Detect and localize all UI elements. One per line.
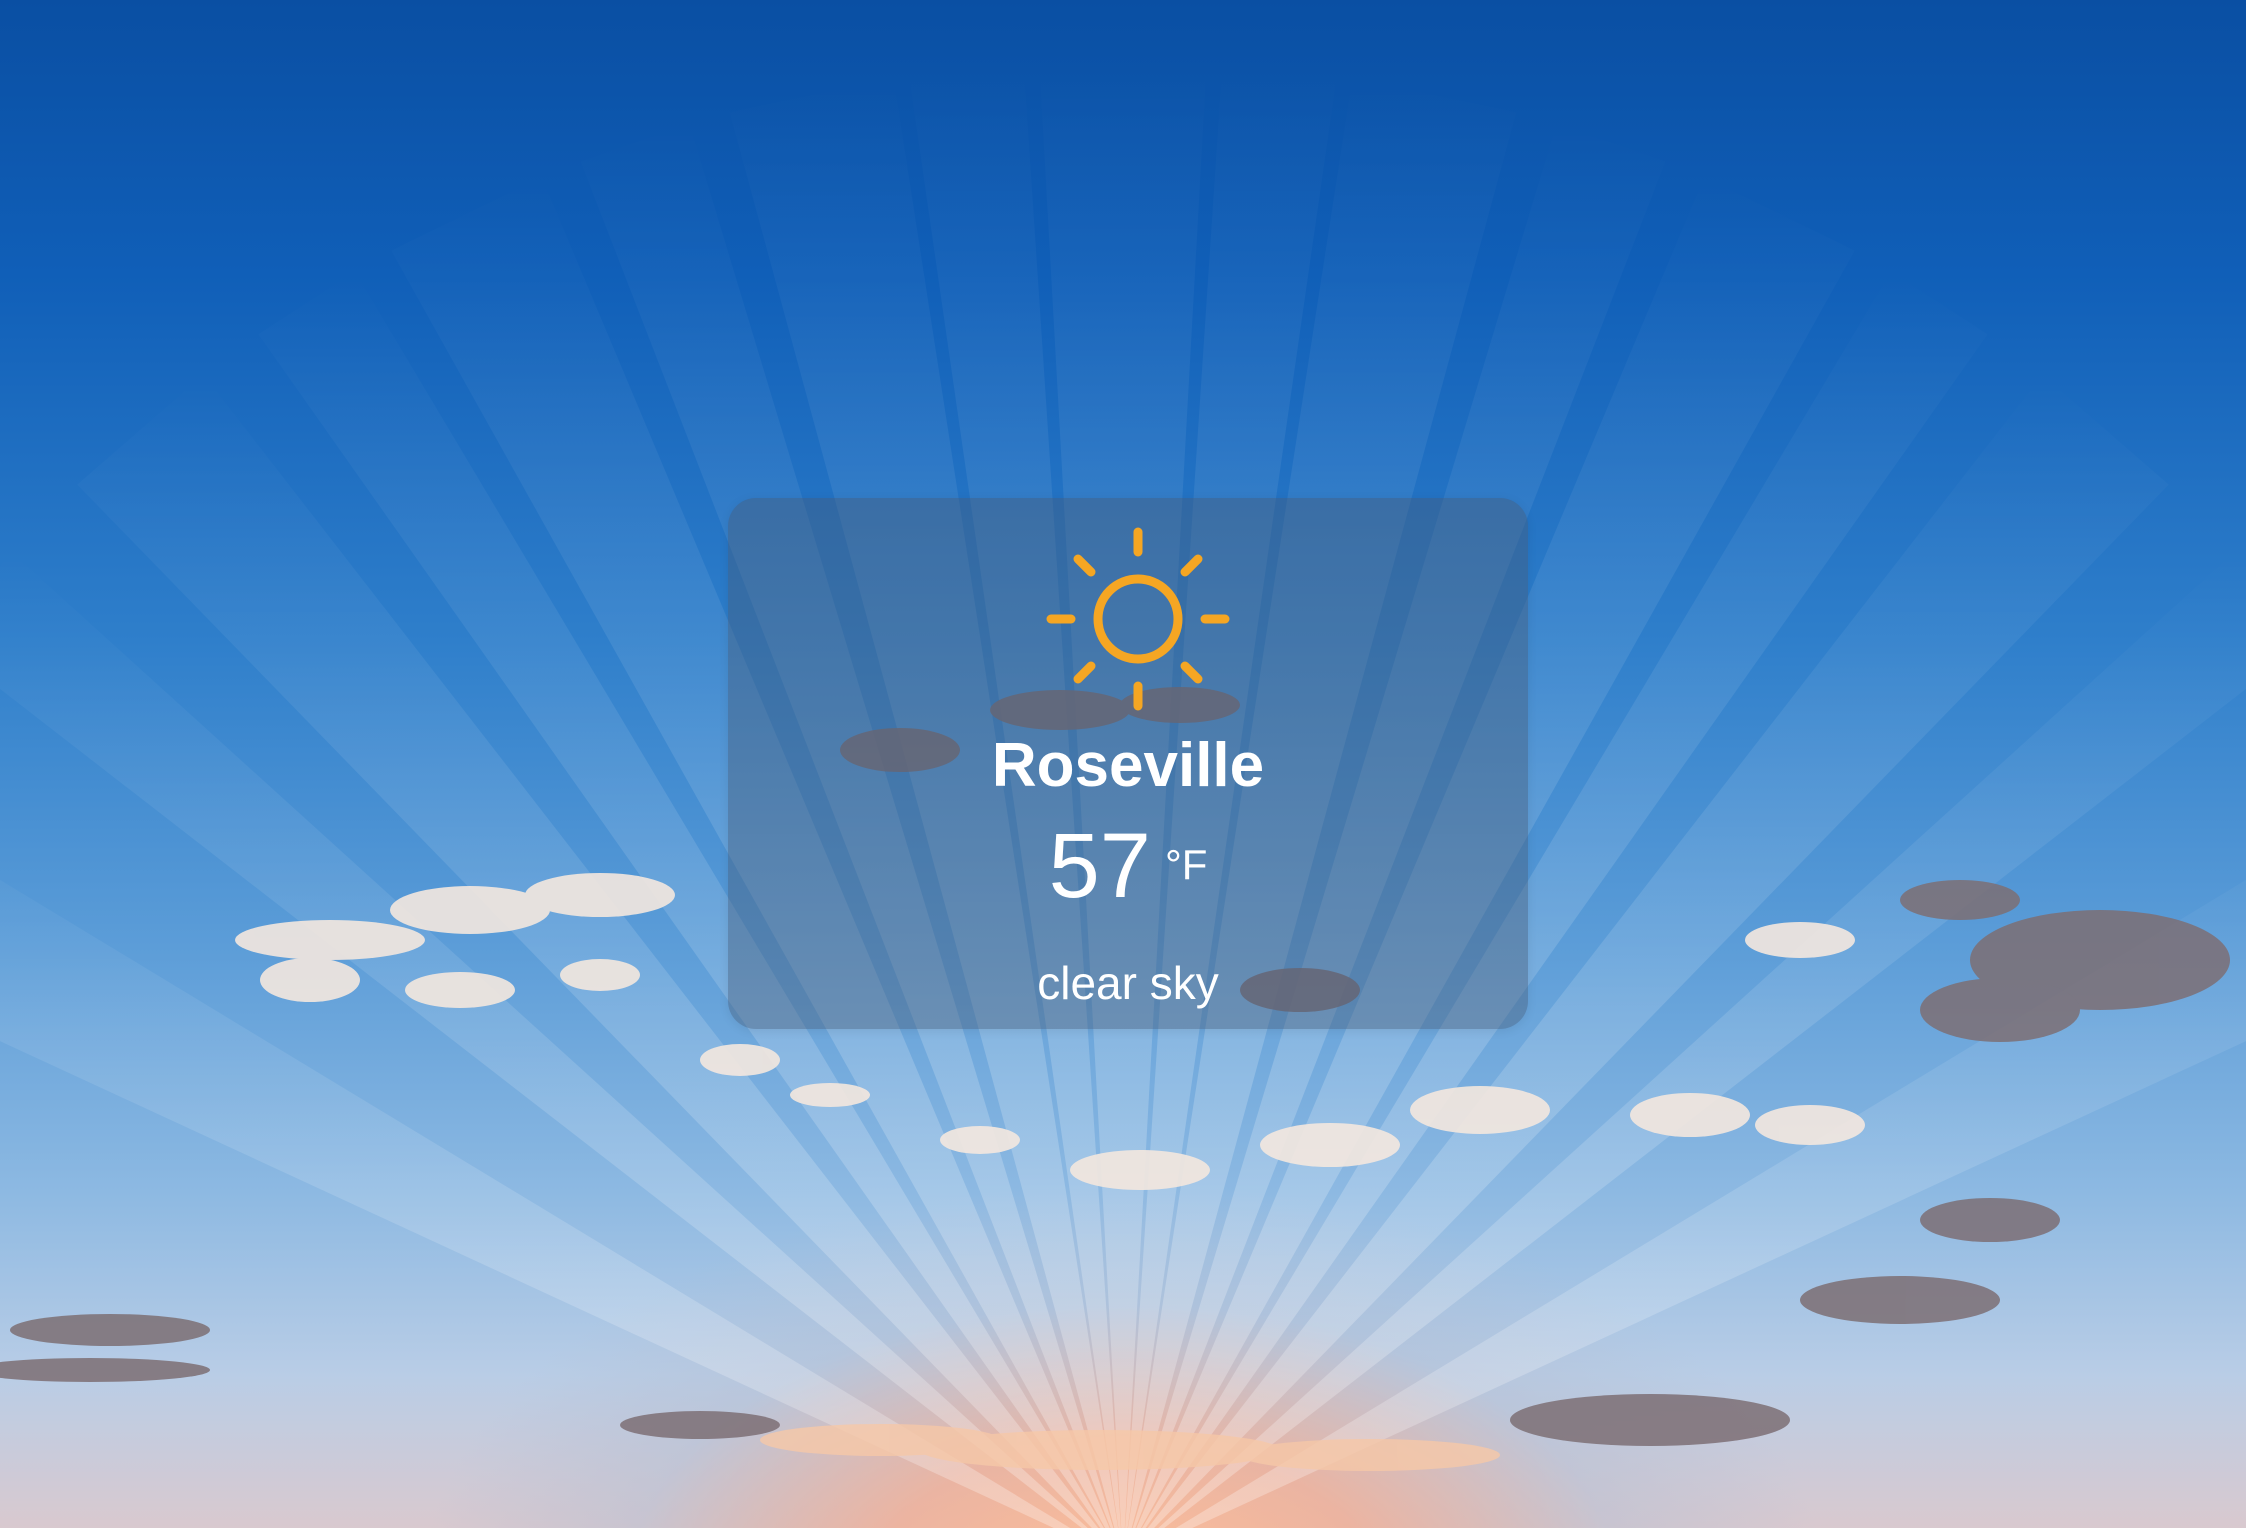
sky-background: Roseville 57 °F clear sky (0, 0, 2246, 1528)
temperature-value: 57 (1048, 815, 1151, 917)
weather-description: clear sky (1037, 957, 1219, 1009)
city-name: Roseville (991, 731, 1265, 800)
temperature-row: 57 °F (728, 820, 1528, 912)
weather-card: Roseville 57 °F clear sky (728, 498, 1528, 1029)
temperature-unit: °F (1164, 841, 1208, 888)
sun-icon (1046, 527, 1230, 711)
